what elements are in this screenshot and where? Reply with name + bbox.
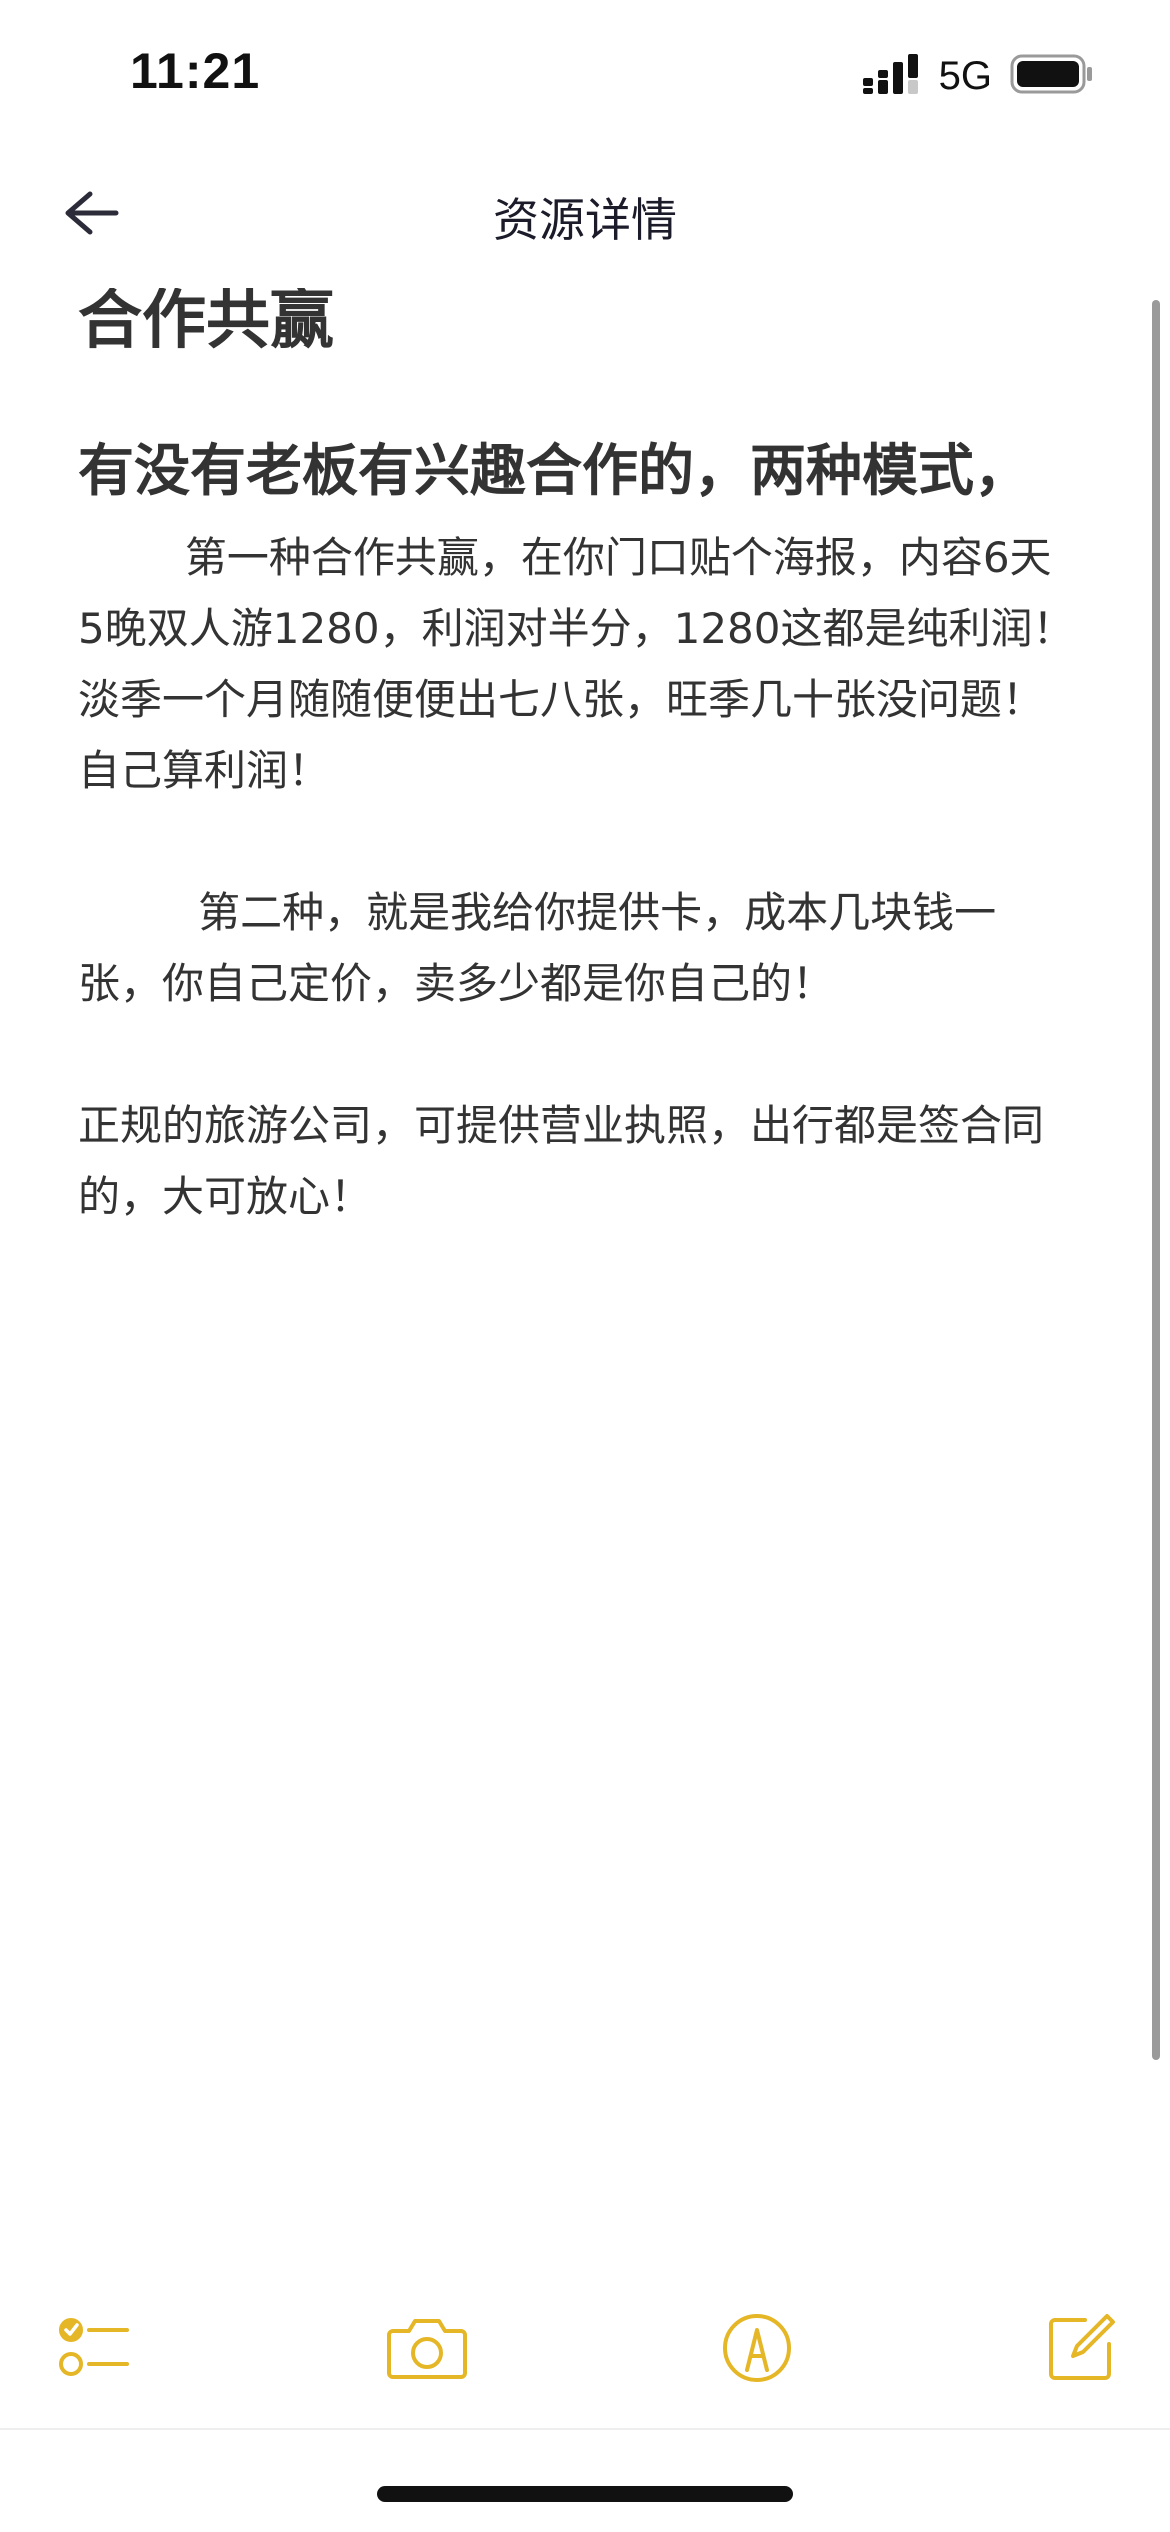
paragraph-1: 第一种合作共赢，在你门口贴个海报，内容6天5晚双人游1280，利润对半分，128… xyxy=(78,533,1075,795)
network-label: 5G xyxy=(938,53,992,98)
status-time: 11:21 xyxy=(130,43,261,99)
paragraph-2: 第二种，就是我给你提供卡，成本几块钱一张，你自己定价，卖多少都是你自己的！ xyxy=(78,888,997,1008)
scrollbar[interactable] xyxy=(1152,300,1160,2060)
markup-icon xyxy=(717,2308,797,2392)
checklist-button[interactable] xyxy=(50,2305,140,2395)
compose-button[interactable] xyxy=(1036,2305,1126,2395)
screen: 11:21 5G 资源详情 合作共赢 有没有老板有兴趣合作的，两种模式， 第一种… xyxy=(0,0,1170,2532)
status-right: 5G xyxy=(862,52,1094,100)
article-title: 合作共赢 xyxy=(78,288,334,358)
nav-bar: 资源详情 xyxy=(0,170,1170,260)
paragraph-3: 正规的旅游公司，可提供营业执照，出行都是签合同的，大可放心！ xyxy=(78,1101,1045,1221)
status-bar: 11:21 5G xyxy=(0,0,1170,150)
bottom-toolbar xyxy=(0,2285,1170,2415)
article-heading: 有没有老板有兴趣合作的，两种模式， xyxy=(78,439,1030,504)
checklist-icon xyxy=(55,2308,135,2392)
compose-icon xyxy=(1041,2308,1121,2392)
markup-button[interactable] xyxy=(712,2305,802,2395)
battery-icon xyxy=(1010,53,1094,99)
signal-icon xyxy=(862,54,921,98)
toolbar-separator xyxy=(0,2428,1170,2430)
page-title: 资源详情 xyxy=(493,193,677,247)
camera-icon xyxy=(385,2313,469,2387)
camera-button[interactable] xyxy=(382,2305,472,2395)
article-content: 合作共赢 有没有老板有兴趣合作的，两种模式， 第一种合作共赢，在你门口贴个海报，… xyxy=(78,288,1078,2088)
home-indicator[interactable] xyxy=(377,2486,793,2502)
